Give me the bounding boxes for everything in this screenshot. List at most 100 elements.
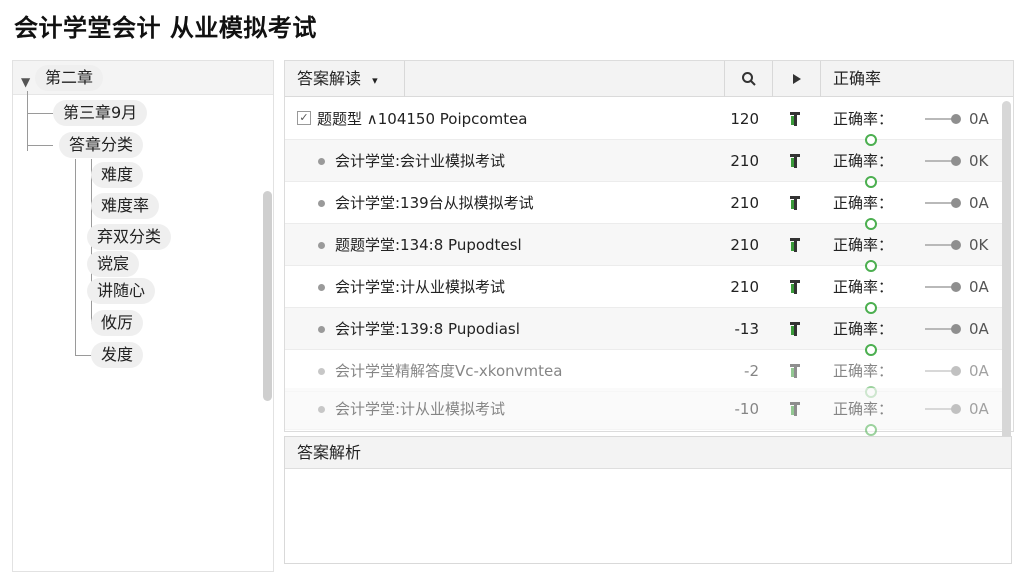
tree-leaf-item7[interactable]: 发度 xyxy=(91,342,144,368)
status-ring-icon xyxy=(865,218,877,230)
row-count: -10 xyxy=(734,400,760,418)
tree-node-category[interactable]: 答章分类 xyxy=(59,132,144,158)
bullet-icon xyxy=(318,368,325,375)
flag-icon[interactable] xyxy=(787,110,803,128)
accuracy-label: 正确率： xyxy=(833,236,894,254)
status-ring-icon xyxy=(865,424,877,436)
flag-icon[interactable] xyxy=(787,152,803,170)
row-title: 题题学堂:134:8 Pupodtesl xyxy=(335,236,522,254)
answer-analysis-panel: 答案解析 xyxy=(284,436,1012,564)
grid-header: 答案解读 ▾ 正确率 xyxy=(285,61,1013,97)
row-title: 会计学堂:139台从拟模拟考试 xyxy=(335,194,534,212)
accuracy-label: 正确率： xyxy=(833,278,894,296)
table-row[interactable]: ✓ 题题型 ∧104150 Poipcomtea 120 正确率： 0A xyxy=(285,98,1009,146)
accuracy-slider-knob[interactable] xyxy=(951,404,961,414)
bullet-icon xyxy=(318,284,325,291)
flag-icon[interactable] xyxy=(787,400,803,418)
tree-scrollbar[interactable] xyxy=(263,191,272,401)
accuracy-slider-knob[interactable] xyxy=(951,114,961,124)
row-value: 0K xyxy=(969,236,989,254)
row-title: 题题型 ∧104150 Poipcomtea xyxy=(317,110,528,128)
flag-icon[interactable] xyxy=(787,362,803,380)
row-count: 210 xyxy=(730,236,759,254)
tree-leaf-item4[interactable]: 谠宸 xyxy=(87,251,140,277)
row-checkbox[interactable]: ✓ xyxy=(297,111,311,125)
row-title: 会计学堂:计从业模拟考试 xyxy=(335,400,506,418)
row-count: -13 xyxy=(734,320,760,338)
bullet-icon xyxy=(318,326,325,333)
tree-node-chapter3[interactable]: 第三章9月 xyxy=(53,100,148,126)
play-button[interactable] xyxy=(773,61,821,97)
table-row[interactable]: 会计学堂:139:8 Pupodiasl -13 正确率： 0A xyxy=(285,308,1009,356)
header-answer-col[interactable]: 答案解读 ▾ xyxy=(285,61,405,97)
bullet-icon xyxy=(318,158,325,165)
row-count: 210 xyxy=(730,152,759,170)
tree-leaf-difficulty[interactable]: 难度 xyxy=(91,162,144,188)
accuracy-slider-knob[interactable] xyxy=(951,198,961,208)
grid-scrollbar[interactable] xyxy=(1002,101,1011,477)
accuracy-slider-knob[interactable] xyxy=(951,240,961,250)
row-value: 0A xyxy=(969,400,989,418)
table-row[interactable]: 会计学堂:计从业模拟考试 210 正确率： 0A xyxy=(285,266,1009,314)
chapter-tree: ▼ 第二章 第三章9月 答章分类 难度 难度率 弃双分类 谠宸 讲随心 攸厉 发… xyxy=(12,60,274,572)
row-title: 会计学堂:会计业模拟考试 xyxy=(335,152,506,170)
tree-leaf-category[interactable]: 弃双分类 xyxy=(87,224,172,250)
sort-caret-icon: ▾ xyxy=(372,74,378,87)
bullet-icon xyxy=(318,406,325,413)
accuracy-label: 正确率： xyxy=(833,362,894,380)
row-value: 0K xyxy=(969,152,989,170)
accuracy-slider-knob[interactable] xyxy=(951,282,961,292)
row-title: 会计学堂:计从业模拟考试 xyxy=(335,278,506,296)
accuracy-slider-knob[interactable] xyxy=(951,366,961,376)
status-ring-icon xyxy=(865,134,877,146)
status-ring-icon xyxy=(865,260,877,272)
status-ring-icon xyxy=(865,302,877,314)
accuracy-label: 正确率： xyxy=(833,320,894,338)
accuracy-label: 正确率： xyxy=(833,400,894,418)
tree-node-root[interactable]: 第二章 xyxy=(35,65,104,91)
flag-icon[interactable] xyxy=(787,236,803,254)
expand-caret-icon[interactable]: ▼ xyxy=(21,75,30,89)
bullet-icon xyxy=(318,200,325,207)
play-icon xyxy=(792,74,801,84)
table-row[interactable]: 会计学堂:139台从拟模拟考试 210 正确率： 0A xyxy=(285,182,1009,230)
table-row[interactable]: 题题学堂:134:8 Pupodtesl 210 正确率： 0K xyxy=(285,224,1009,272)
status-ring-icon xyxy=(865,176,877,188)
accuracy-label: 正确率： xyxy=(833,194,894,212)
app-window: 会计学堂会计 从业模拟考试 ▼ 第二章 第三章9月 答章分类 难度 难度率 弃双… xyxy=(0,0,1024,576)
analysis-title: 答案解析 xyxy=(285,437,1011,469)
flag-icon[interactable] xyxy=(787,194,803,212)
question-grid: 答案解读 ▾ 正确率 ✓ 题题型 ∧104150 Poipcomtea 120 正确率… xyxy=(284,60,1014,477)
tree-leaf-difficulty-rate[interactable]: 难度率 xyxy=(91,193,160,219)
table-row[interactable]: 会计学堂:计从业模拟考试 -10 正确率： 0A xyxy=(285,388,1009,436)
table-row[interactable]: 会计学堂:会计业模拟考试 210 正确率： 0K xyxy=(285,140,1009,188)
status-ring-icon xyxy=(865,344,877,356)
table-row[interactable]: 会计学堂精解答度Vc-xkonvmtea -2 正确率： 0A xyxy=(285,350,1009,398)
row-value: 0A xyxy=(969,320,989,338)
accuracy-label: 正确率： xyxy=(833,110,894,128)
row-count: 120 xyxy=(730,110,759,128)
flag-icon[interactable] xyxy=(787,320,803,338)
row-count: 210 xyxy=(730,278,759,296)
row-title: 会计学堂:139:8 Pupodiasl xyxy=(335,320,520,338)
accuracy-slider-knob[interactable] xyxy=(951,156,961,166)
header-accuracy[interactable]: 正确率 xyxy=(821,61,1013,97)
bullet-icon xyxy=(318,242,325,249)
tree-leaf-item5[interactable]: 讲随心 xyxy=(87,278,156,304)
header-answer-label: 答案解读 xyxy=(297,69,362,88)
flag-icon[interactable] xyxy=(787,278,803,296)
row-count: -2 xyxy=(744,362,759,380)
row-value: 0A xyxy=(969,110,989,128)
accuracy-slider-knob[interactable] xyxy=(951,324,961,334)
row-count: 210 xyxy=(730,194,759,212)
row-value: 0A xyxy=(969,194,989,212)
search-button[interactable] xyxy=(725,61,773,97)
row-value: 0A xyxy=(969,278,989,296)
row-title: 会计学堂精解答度Vc-xkonvmtea xyxy=(335,362,563,380)
tree-leaf-item6[interactable]: 攸厉 xyxy=(91,310,144,336)
search-icon xyxy=(741,72,756,86)
accuracy-label: 正确率： xyxy=(833,152,894,170)
row-value: 0A xyxy=(969,362,989,380)
app-title: 会计学堂会计 从业模拟考试 xyxy=(14,14,317,42)
header-spacer xyxy=(405,61,725,97)
